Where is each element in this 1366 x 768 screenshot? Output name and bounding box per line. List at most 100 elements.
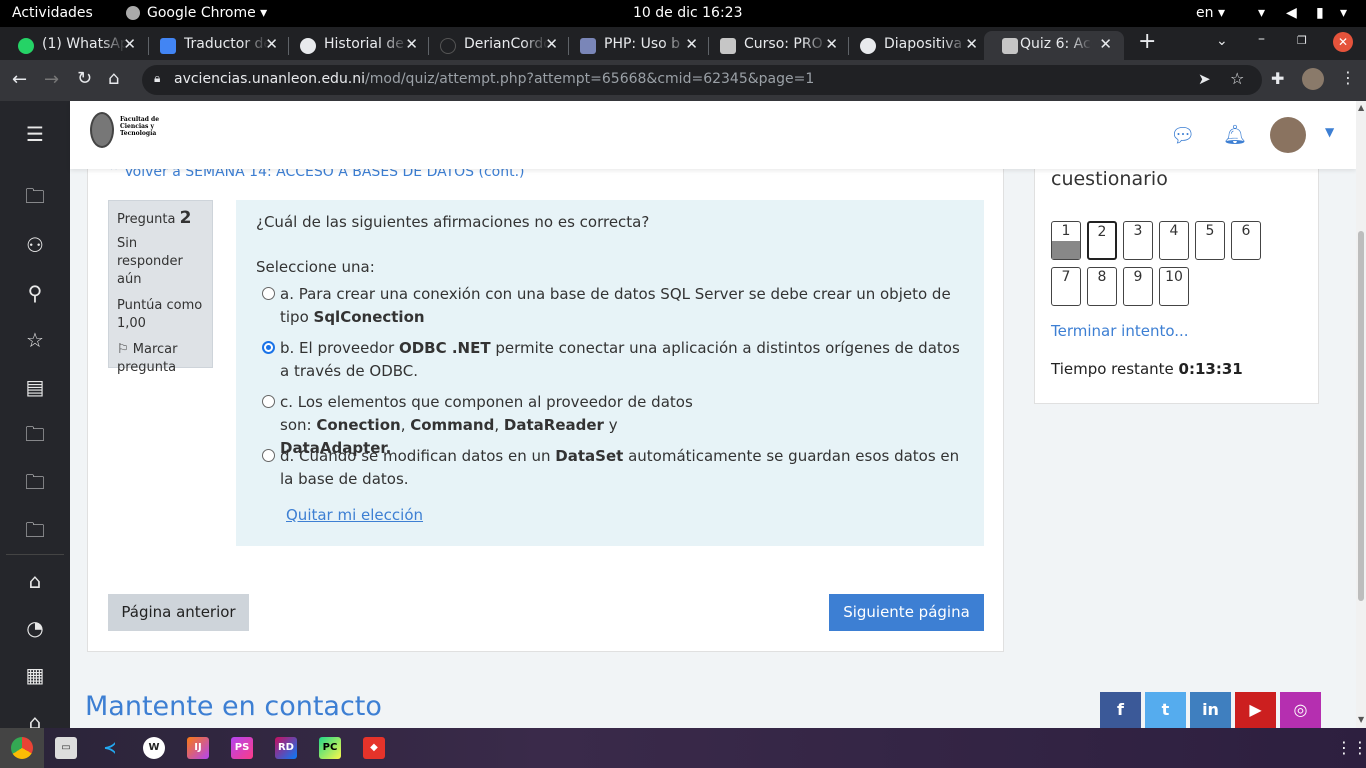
volume-icon[interactable]: ◀ [1286,5,1297,21]
flag-question-link[interactable]: ⚐ Marcar pregunta [117,341,204,377]
book-icon[interactable]: ▤ [24,376,46,398]
language-indicator[interactable]: en ▾ [1196,5,1225,21]
folder-icon[interactable]: 🗀︎ [24,185,46,207]
option-b-radio[interactable] [262,341,275,354]
option-a-radio[interactable] [262,287,275,300]
option-d-radio[interactable] [262,449,275,462]
close-icon[interactable]: ✕ [965,35,978,53]
messages-icon[interactable]: 💬︎ [1170,123,1195,147]
close-icon[interactable]: ✕ [545,35,558,53]
app-grid-icon[interactable]: ⋮⋮ [1336,738,1366,757]
quiz-nav-button-2[interactable]: 2 [1087,221,1117,260]
quiz-nav-button-4[interactable]: 4 [1159,221,1189,260]
folder-icon[interactable]: 🗀︎ [24,423,46,445]
faculty-logo[interactable]: Facultad de Ciencias y Tecnología [90,112,159,152]
calendar-icon[interactable]: ▦ [24,664,46,686]
option-a-label[interactable]: a. Para crear una conexión con una base … [280,283,970,329]
linkedin-icon[interactable]: in [1190,692,1231,728]
wifi-icon[interactable]: ▾ [1258,5,1265,21]
close-icon[interactable]: ✕ [1099,35,1112,53]
user-menu-chevron-icon[interactable]: ▼ [1325,125,1334,139]
folder-icon[interactable]: 🗀︎ [24,519,46,541]
previous-page-button[interactable]: Página anterior [108,594,249,631]
close-icon[interactable]: ✕ [123,35,136,53]
tab-translator[interactable]: Traductor de Google ✕ [142,31,290,60]
quiz-nav-button-8[interactable]: 8 [1087,267,1117,306]
scroll-down-icon[interactable]: ▼ [1358,715,1364,724]
back-icon[interactable]: ← [12,69,27,90]
close-icon[interactable]: ✕ [405,35,418,53]
quiz-nav-button-7[interactable]: 7 [1051,267,1081,306]
participants-icon[interactable]: ⚇ [24,234,46,256]
home-icon[interactable]: ⌂ [24,570,46,592]
next-page-button[interactable]: Siguiente página [829,594,984,631]
clock[interactable]: 10 de dic 16:23 [633,5,742,21]
files-icon[interactable]: ▭ [55,737,77,759]
app-menu[interactable]: Google Chrome ▾ [147,5,267,21]
folder-icon[interactable]: 🗀︎ [24,471,46,493]
forward-icon[interactable]: → [44,69,59,90]
address-bar[interactable]: 🔒︎ avciencias.unanleon.edu.ni/mod/quiz/a… [142,65,1262,95]
option-b-label[interactable]: b. El proveedor ODBC .NET permite conect… [280,337,970,383]
star-icon[interactable]: ☆ [24,329,46,351]
anydesk-icon[interactable]: ◆ [363,737,385,759]
quiz-nav-button-5[interactable]: 5 [1195,221,1225,260]
badge-icon[interactable]: ⚲ [24,282,46,304]
youtube-icon[interactable]: ▶ [1235,692,1276,728]
graduation-icon[interactable]: ⌂ [24,711,46,728]
phpstorm-icon[interactable]: PS [231,737,253,759]
option-d-label[interactable]: d. Cuando se modifican datos en un DataS… [280,445,970,491]
system-menu-chevron-icon[interactable]: ▾ [1340,5,1347,21]
tab-quiz[interactable]: Quiz 6: Acc ✕ [984,31,1124,60]
quiz-nav-button-6[interactable]: 6 [1231,221,1261,260]
close-icon[interactable]: ✕ [685,35,698,53]
tab-course[interactable]: Curso: PRO ✕ [702,31,850,60]
option-c-radio[interactable] [262,395,275,408]
chrome-icon[interactable] [11,737,33,759]
battery-icon[interactable]: ▮ [1316,5,1324,21]
whatsapp-desktop-icon[interactable]: W [143,737,165,759]
quiz-nav-button-3[interactable]: 3 [1123,221,1153,260]
new-tab-button[interactable]: + [1138,29,1156,54]
scroll-up-icon[interactable]: ▲ [1358,103,1364,112]
pycharm-icon[interactable]: PC [319,737,341,759]
rider-icon[interactable]: RD [275,737,297,759]
url-text[interactable]: avciencias.unanleon.edu.ni/mod/quiz/atte… [174,71,814,87]
tab-whatsapp[interactable]: (1) WhatsApp ✕ [0,31,148,60]
extensions-icon[interactable]: ✚ [1271,69,1284,88]
bookmark-star-icon[interactable]: ☆ [1230,69,1244,88]
intellij-icon[interactable]: IJ [187,737,209,759]
close-icon[interactable]: ✕ [825,35,838,53]
tab-history[interactable]: Historial de ✕ [282,31,430,60]
close-window-button[interactable]: ✕ [1333,32,1353,52]
maximize-button[interactable]: ❐ [1297,34,1307,47]
minimize-button[interactable]: – [1258,31,1265,47]
twitter-icon[interactable]: t [1145,692,1186,728]
tab-php[interactable]: PHP: Uso b ✕ [562,31,710,60]
finish-attempt-link[interactable]: Terminar intento... [1051,322,1189,340]
notifications-bell-icon[interactable]: 🔔︎ [1223,123,1247,146]
lock-icon[interactable]: 🔒︎ [154,71,160,86]
instagram-icon[interactable]: ◎ [1280,692,1321,728]
dashboard-icon[interactable]: ◔ [24,617,46,639]
close-icon[interactable]: ✕ [265,35,278,53]
profile-avatar[interactable] [1302,68,1324,90]
page-scrollbar[interactable]: ▲ ▼ [1356,101,1366,728]
scrollbar-thumb[interactable] [1358,231,1364,601]
reload-icon[interactable]: ↻ [77,68,92,89]
tab-slides[interactable]: Diapositiva ✕ [842,31,990,60]
send-icon[interactable]: ➤ [1198,70,1211,88]
quiz-nav-button-10[interactable]: 10 [1159,267,1189,306]
quiz-nav-button-1[interactable]: 1 [1051,221,1081,260]
clear-choice-link[interactable]: Quitar mi elección [286,506,423,524]
chrome-menu-icon[interactable]: ⋮ [1340,68,1356,87]
activities-button[interactable]: Actividades [12,5,93,21]
tab-github[interactable]: DerianCordoba ✕ [422,31,570,60]
hamburger-menu-icon[interactable]: ☰ [24,123,46,145]
user-avatar[interactable] [1270,117,1306,153]
tab-search-chevron-icon[interactable]: ⌄ [1216,33,1228,49]
home-icon[interactable]: ⌂ [108,68,119,89]
vscode-icon[interactable]: ≺ [99,737,121,759]
facebook-icon[interactable]: f [1100,692,1141,728]
quiz-nav-button-9[interactable]: 9 [1123,267,1153,306]
